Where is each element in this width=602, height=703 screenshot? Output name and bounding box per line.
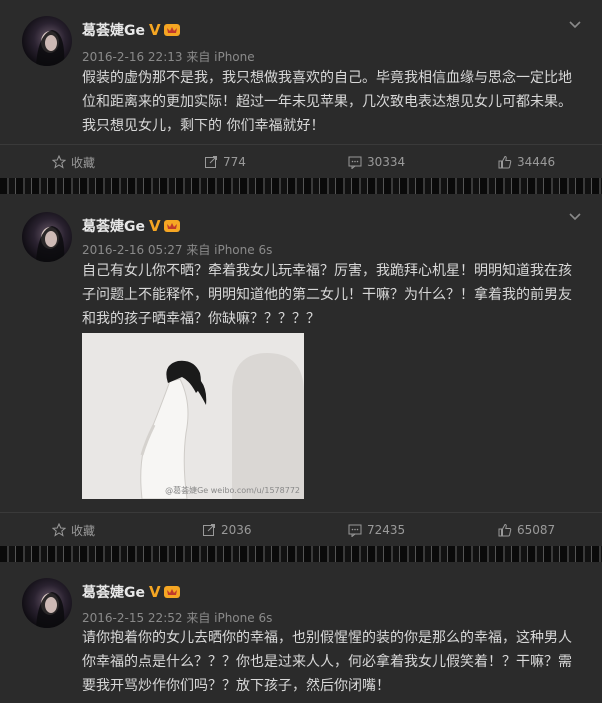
verified-badge-icon: V — [149, 21, 161, 39]
image-watermark: @葛荟婕Ge weibo.com/u/1578772 — [165, 486, 300, 495]
vip-crown-icon — [163, 24, 180, 36]
post-meta: 2016-2-16 05:27 来自 iPhone 6s — [82, 243, 273, 257]
fav-label: 收藏 — [71, 523, 96, 538]
comment-count: 30334 — [367, 155, 406, 169]
repost-button[interactable]: 774 — [204, 145, 246, 179]
verified-badge-icon: V — [149, 583, 161, 601]
like-count: 34446 — [517, 155, 556, 169]
post-meta: 2016-2-16 22:13 来自 iPhone — [82, 50, 255, 64]
separator — [0, 178, 602, 194]
weibo-post-3: 葛荟婕Ge V 2016-2-15 22:52 来自 iPhone 6s 请你抱着… — [0, 562, 602, 703]
post-line: 假装的虚伪那不是我，我只想做我喜欢的自己。毕竟我相信血缘与思念一定比地 — [82, 70, 572, 86]
repost-icon — [203, 524, 215, 536]
repost-icon — [205, 156, 217, 168]
author-name[interactable]: 葛荟婕Ge V — [82, 216, 181, 236]
post-line: 我只想见女儿，剩下的 你们幸福就好！ — [82, 118, 325, 134]
action-bar: 收藏 2036 72435 65087 — [0, 512, 602, 546]
star-icon — [52, 155, 66, 169]
author-name-text[interactable]: 葛荟婕Ge — [82, 23, 145, 39]
avatar[interactable] — [22, 16, 72, 66]
chevron-down-icon[interactable] — [568, 210, 582, 224]
like-count: 65087 — [517, 523, 556, 537]
repost-count: 774 — [223, 155, 246, 169]
post-text: 请你抱着你的女儿去晒你的幸福，也别假惺惺的装的你是那么的幸福，这种男人 你幸福的… — [82, 626, 582, 698]
post-line: 位和距离来的更加实际！超过一年未见苹果，几次致电表达想见女儿可都未果。 — [82, 94, 572, 110]
post-line: 子问题上不能释怀，明明知道他的第二女儿！干嘛？为什么？！拿着我的前男友 — [82, 287, 572, 303]
repost-count: 2036 — [221, 523, 252, 537]
like-icon — [498, 155, 512, 169]
comment-button[interactable]: 30334 — [348, 145, 405, 179]
chevron-down-icon[interactable] — [568, 18, 582, 32]
vip-crown-icon — [163, 220, 180, 232]
post-line: 请你抱着你的女儿去晒你的幸福，也别假惺惺的装的你是那么的幸福，这种男人 — [82, 630, 572, 646]
post-meta: 2016-2-15 22:52 来自 iPhone 6s — [82, 611, 273, 625]
post-text: 自己有女儿你不晒？牵着我女儿玩幸福？厉害，我跪拜心机星！明明知道我在孩 子问题上… — [82, 259, 582, 331]
fav-button[interactable]: 收藏 — [52, 513, 95, 547]
author-name[interactable]: 葛荟婕Ge V — [82, 20, 181, 40]
post-line: 你幸福的点是什么？？？你也是过来人人，何必拿着我女儿假笑着！？干嘛？需 — [82, 654, 572, 670]
author-name-text[interactable]: 葛荟婕Ge — [82, 585, 145, 601]
fav-label: 收藏 — [71, 155, 96, 170]
fav-button[interactable]: 收藏 — [52, 145, 95, 179]
weibo-post-1: 葛荟婕Ge V 2016-2-16 22:13 来自 iPhone 假装的虚伪那不… — [0, 0, 602, 178]
post-line: 要我开骂炒作你们吗？？放下孩子，然后你闭嘴！ — [82, 678, 390, 694]
separator — [0, 546, 602, 562]
action-bar: 收藏 774 30334 34446 — [0, 144, 602, 178]
star-icon — [52, 523, 66, 537]
weibo-post-2: 葛荟婕Ge V 2016-2-16 05:27 来自 iPhone 6s 自己有女… — [0, 194, 602, 546]
author-name[interactable]: 葛荟婕Ge V — [82, 582, 181, 602]
comment-button[interactable]: 72435 — [348, 513, 405, 547]
author-name-text[interactable]: 葛荟婕Ge — [82, 219, 145, 235]
post-text: 假装的虚伪那不是我，我只想做我喜欢的自己。毕竟我相信血缘与思念一定比地 位和距离… — [82, 66, 582, 138]
comment-count: 72435 — [367, 523, 406, 537]
post-photo — [82, 333, 304, 499]
post-line: 自己有女儿你不晒？牵着我女儿玩幸福？厉害，我跪拜心机星！明明知道我在孩 — [82, 263, 572, 279]
vip-crown-icon — [163, 586, 180, 598]
like-button[interactable]: 65087 — [498, 513, 555, 547]
like-button[interactable]: 34446 — [498, 145, 555, 179]
comment-icon — [348, 156, 362, 169]
post-line: 和我的孩子晒幸福？你缺嘛？？？？？ — [82, 311, 320, 327]
repost-button[interactable]: 2036 — [202, 513, 252, 547]
verified-badge-icon: V — [149, 217, 161, 235]
like-icon — [498, 523, 512, 537]
avatar[interactable] — [22, 578, 72, 628]
avatar[interactable] — [22, 212, 72, 262]
post-image[interactable]: @葛荟婕Ge weibo.com/u/1578772 — [82, 333, 304, 499]
comment-icon — [348, 524, 362, 537]
